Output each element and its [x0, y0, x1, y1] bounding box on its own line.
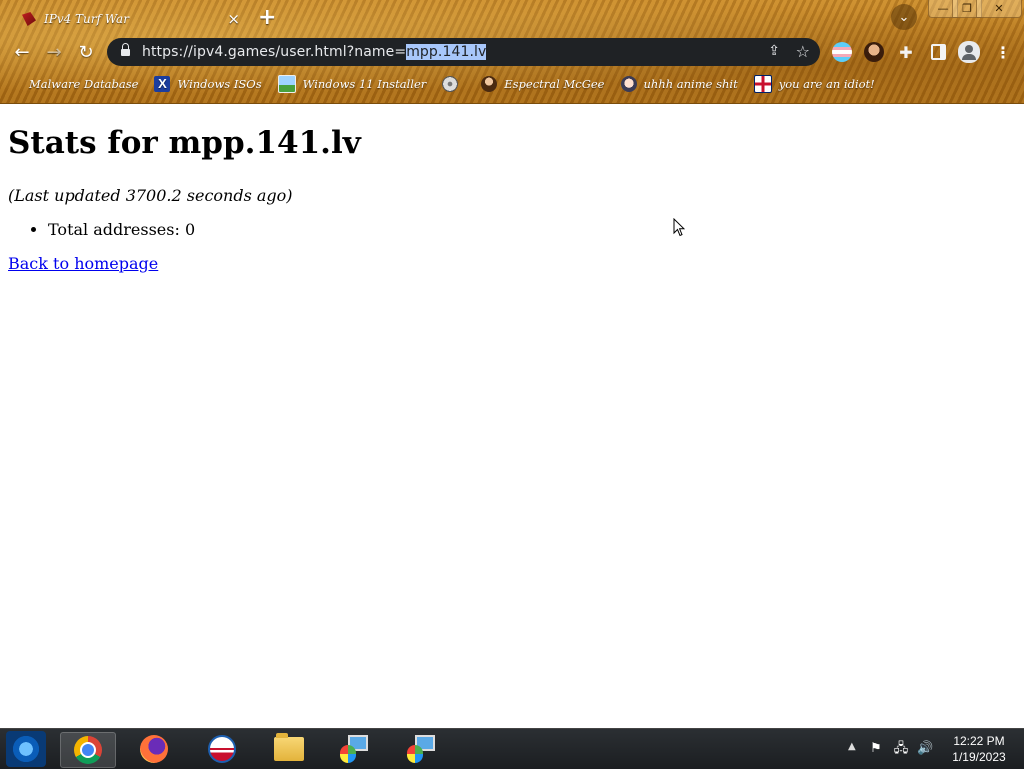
clock-time: 12:22 PM	[953, 734, 1005, 748]
new-tab-button[interactable]: +	[258, 5, 276, 30]
face-icon	[481, 76, 498, 92]
bookmark-star-icon[interactable]: ☆	[796, 42, 810, 61]
browser-tab[interactable]: IPv4 Turf War ×	[8, 4, 248, 34]
address-bar[interactable]: https://ipv4.games/user.html?name=mpp.14…	[107, 38, 820, 66]
x-logo-icon: X	[154, 76, 171, 92]
bookmark-windows-11-installer[interactable]: Windows 11 Installer	[277, 75, 427, 93]
bookmarks-bar: Malware Database X Windows ISOs Windows …	[10, 73, 891, 95]
taskbar-clock[interactable]: 12:22 PM 1/19/2023	[942, 733, 1016, 765]
bookmark-label: Windows 11 Installer	[302, 77, 427, 91]
tray-expand-icon[interactable]: ▲	[848, 741, 856, 752]
reload-button[interactable]: ↻	[74, 40, 98, 64]
bookmark-windows-isos[interactable]: X Windows ISOs	[154, 76, 262, 92]
back-to-homepage-link[interactable]: Back to homepage	[8, 254, 158, 273]
side-panel-icon[interactable]	[928, 42, 948, 62]
bookmark-espectral-mcgee[interactable]: Espectral McGee	[481, 76, 605, 92]
extension-avatar-icon[interactable]	[864, 42, 884, 62]
network-icon[interactable]: 🖧	[893, 741, 909, 757]
action-center-flag-icon[interactable]: ⚑	[868, 741, 884, 757]
bookmark-label: Malware Database	[29, 77, 139, 91]
arrow-right-icon: →	[46, 41, 62, 63]
browser-chrome: IPv4 Turf War × + ⌄ — ❐ ✕ ← → ↻ https://…	[0, 0, 1024, 104]
bookmark-label: Windows ISOs	[177, 77, 262, 91]
tab-close-icon[interactable]: ×	[227, 10, 240, 28]
tab-title: IPv4 Turf War	[44, 12, 129, 26]
minimize-icon: —	[937, 2, 949, 15]
uk-flag-icon	[753, 75, 772, 93]
tab-search-button[interactable]: ⌄	[891, 4, 917, 30]
extensions-puzzle-icon[interactable]: ✚	[896, 42, 916, 62]
clock-date: 1/19/2023	[952, 750, 1006, 764]
back-button[interactable]: ←	[10, 40, 34, 64]
url-prefix: https://ipv4.games/user.html?name=	[142, 44, 407, 60]
image-icon	[277, 75, 296, 93]
bookmark-blank-icon	[10, 76, 22, 92]
window-close-button[interactable]: ✕	[976, 0, 1022, 18]
taskbar: ▲ ⚑ 🖧 🔊 12:22 PM 1/19/2023	[0, 728, 1024, 769]
profile-icon[interactable]	[958, 41, 980, 63]
system-tray: ▲ ⚑ 🖧 🔊 12:22 PM 1/19/2023	[0, 729, 1024, 769]
share-icon[interactable]: ⇪	[768, 43, 780, 59]
forward-button[interactable]: →	[42, 40, 66, 64]
chevron-down-icon: ⌄	[898, 9, 910, 25]
lock-icon	[121, 42, 130, 58]
bookmark-label: you are an idiot!	[778, 77, 875, 91]
bookmark-anime[interactable]: uhhh anime shit	[620, 76, 738, 92]
url-selected-text: mpp.141.lv	[406, 44, 487, 60]
anime-face-icon	[620, 76, 637, 92]
volume-icon[interactable]: 🔊	[917, 741, 933, 757]
bookmark-item[interactable]	[442, 76, 465, 92]
list-item: Total addresses: 0	[48, 220, 1024, 239]
restore-icon: ❐	[962, 2, 972, 15]
page-title: Stats for mpp.141.lv	[8, 125, 361, 161]
close-icon: ✕	[994, 2, 1004, 15]
bookmark-label: Espectral McGee	[504, 77, 605, 91]
bookmark-label: uhhh anime shit	[643, 77, 738, 91]
stats-list: Total addresses: 0	[8, 220, 1024, 239]
extension-flag-icon[interactable]	[832, 42, 852, 62]
reload-icon: ↻	[78, 41, 94, 63]
page-content: Stats for mpp.141.lv (Last updated 3700.…	[8, 104, 1024, 273]
bookmark-you-are-an-idiot[interactable]: you are an idiot!	[753, 75, 875, 93]
kebab-menu-icon[interactable]: ⋮	[993, 42, 1013, 62]
address-url[interactable]: https://ipv4.games/user.html?name=mpp.14…	[142, 44, 487, 60]
bookmark-malware-database[interactable]: Malware Database	[10, 76, 138, 92]
arrow-left-icon: ←	[14, 41, 30, 63]
tab-favicon-icon	[22, 12, 36, 26]
disc-icon	[442, 76, 459, 92]
last-updated-text: (Last updated 3700.2 seconds ago)	[8, 186, 293, 205]
